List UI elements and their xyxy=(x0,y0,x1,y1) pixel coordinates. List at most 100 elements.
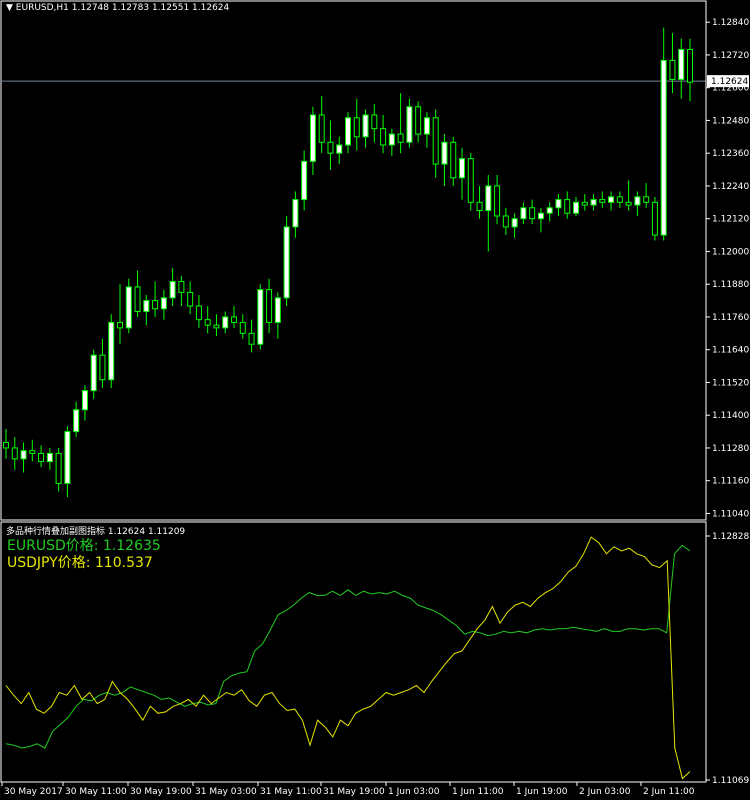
candle-bull xyxy=(125,286,132,329)
time-tick-label: 1 Jun 11:00 xyxy=(452,787,504,797)
candle-bear xyxy=(29,450,36,454)
current-price-label: 1.12624 xyxy=(711,77,748,87)
price-tick-label: 1.11640 xyxy=(712,346,749,356)
candle-bear xyxy=(55,452,62,484)
candle-bear xyxy=(476,201,483,212)
time-tick-label: 1 Jun 03:00 xyxy=(388,787,440,797)
candle-bull xyxy=(20,450,27,460)
price-tick-label: 1.12360 xyxy=(712,149,749,159)
candle-bull xyxy=(274,297,281,323)
subchart-title: 多品种行情叠加副图指标 1.12624 1.11209 xyxy=(6,527,186,537)
candle-bear xyxy=(38,452,45,463)
candle-bear xyxy=(327,141,334,154)
candle-bull xyxy=(345,117,351,146)
candle-bull xyxy=(336,144,343,154)
candle-bull xyxy=(590,199,597,206)
candle-bull xyxy=(301,160,308,201)
candle-bear xyxy=(380,128,387,146)
candle-bear xyxy=(450,141,457,179)
candle-bull xyxy=(546,207,553,214)
candle-bear xyxy=(687,48,693,83)
candle-bull xyxy=(73,409,80,433)
candle-bear xyxy=(117,321,123,329)
chart-canvas: 1.128401.127201.126001.124801.123601.122… xyxy=(0,0,749,797)
candle-bear xyxy=(564,199,571,214)
candle-bull xyxy=(678,48,685,81)
price-tick-label: 1.12720 xyxy=(712,51,749,61)
candle-bear xyxy=(415,106,422,135)
candle-bull xyxy=(441,141,448,165)
candle-bull xyxy=(485,185,492,212)
candle-bear xyxy=(266,289,273,323)
candle-bull xyxy=(257,289,264,345)
candle-bull xyxy=(143,300,150,312)
time-tick-label: 1 Jun 19:00 xyxy=(516,787,568,797)
candle-bear xyxy=(529,207,536,220)
candle-bear xyxy=(669,59,676,81)
candle-bull xyxy=(423,117,430,135)
price-tick-label: 1.11280 xyxy=(712,444,749,454)
main-price-panel xyxy=(2,27,706,498)
candle-bear xyxy=(616,196,623,203)
candle-bull xyxy=(634,196,641,206)
candle-bull xyxy=(362,114,369,138)
candle-bull xyxy=(292,199,299,228)
candle-bear xyxy=(353,117,360,138)
time-tick-label: 2 Jun 11:00 xyxy=(643,787,695,797)
candle-bear xyxy=(581,201,588,206)
candle-bull xyxy=(81,390,88,411)
candle-bull xyxy=(388,133,395,146)
candle-bear xyxy=(651,201,658,236)
candle-bull xyxy=(537,212,544,220)
candle-bull xyxy=(108,321,115,381)
price-tick-label: 1.12120 xyxy=(712,215,749,225)
price-tick-label: 1.12000 xyxy=(712,247,749,257)
time-tick-label: 31 May 11:00 xyxy=(260,787,322,797)
candle-bull xyxy=(309,114,316,162)
candle-bear xyxy=(231,316,237,323)
candle-bull xyxy=(169,280,176,299)
price-tick-label: 1.12240 xyxy=(712,182,749,192)
candle-bear xyxy=(397,133,404,143)
candle-bull xyxy=(520,207,527,220)
candle-bear xyxy=(3,441,9,449)
time-tick-label: 30 May 19:00 xyxy=(130,787,192,797)
candle-bear xyxy=(239,321,246,334)
candle-bear xyxy=(178,280,185,293)
main-frame xyxy=(0,0,707,521)
candle-bear xyxy=(11,447,18,460)
candle-bear xyxy=(213,324,220,329)
price-tick-label: 1.11880 xyxy=(712,280,749,290)
candle-bear xyxy=(134,286,141,312)
candle-bear xyxy=(467,158,474,203)
price-tick-label: 1.11400 xyxy=(712,411,749,421)
candle-bear xyxy=(318,114,325,143)
eurusd-series-line xyxy=(5,544,691,749)
time-tick-label: 30 May 2017 xyxy=(4,787,63,797)
overlay-indicator-panel xyxy=(5,536,691,780)
candle-bear xyxy=(625,201,632,206)
candle-bull xyxy=(573,201,579,214)
candle-bull xyxy=(511,218,518,228)
symbol-timeframe: EURUSD,H1 xyxy=(15,3,69,13)
time-tick-label: 31 May 03:00 xyxy=(195,787,257,797)
candle-bear xyxy=(502,215,509,228)
price-tick-label: 1.11760 xyxy=(712,313,749,323)
time-tick-label: 2 Jun 03:00 xyxy=(579,787,631,797)
candle-bull xyxy=(64,431,71,484)
candle-bull xyxy=(222,316,229,329)
time-tick-label: 31 May 19:00 xyxy=(323,787,385,797)
candle-bull xyxy=(608,196,615,203)
candle-bull xyxy=(459,158,465,179)
candle-bear xyxy=(99,354,106,381)
candle-bear xyxy=(187,291,194,307)
candle-bear xyxy=(248,332,255,345)
candle-bear xyxy=(152,300,159,310)
candle-bear xyxy=(371,114,378,130)
legend-eurusd: EURUSD价格: 1.12635 xyxy=(7,538,161,554)
dropdown-triangle-icon[interactable]: ▼ xyxy=(6,3,13,13)
price-tick-label: 1.11160 xyxy=(712,477,749,487)
candle-bear xyxy=(195,305,202,321)
candle-bear xyxy=(643,196,650,203)
candle-bear xyxy=(599,199,606,203)
